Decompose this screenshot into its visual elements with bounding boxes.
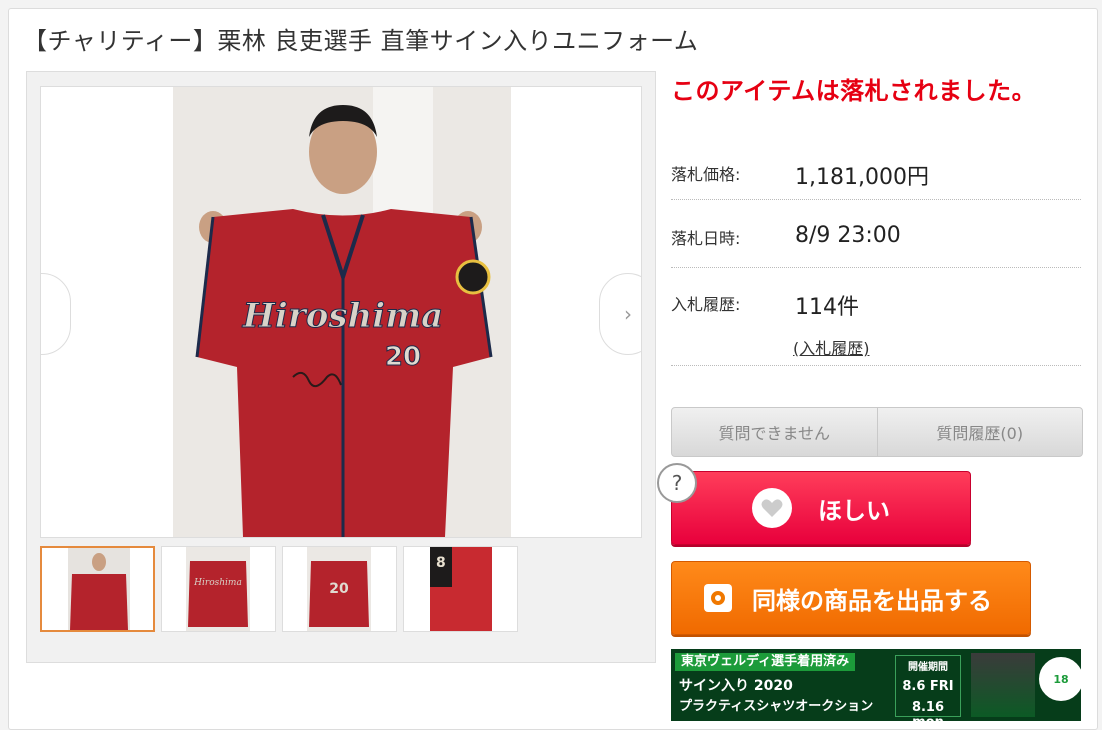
bid-history-link[interactable]: (入札履歴) [793,335,870,359]
price-row: 落札価格: 1,181,000円 [671,137,1081,200]
question-buttons: 質問できません 質問履歴(0) [671,407,1083,457]
end-time-row: 落札日時: 8/9 23:00 [671,199,1081,268]
thumbnail-image-1 [68,548,130,630]
thumbnail-image-4: 8 [430,547,492,631]
svg-text:Hiroshima: Hiroshima [193,578,242,588]
thumbnail-1[interactable] [40,546,155,632]
banner-line-2: プラクティスシャツオークション [679,699,874,714]
banner-heading: 東京ヴェルディ選手着用済み [675,653,856,671]
thumbnail-strip: Hiroshima 20 8 [40,546,518,632]
banner-line-1: サイン入り 2020 [679,678,793,694]
thumbnail-image-3: 20 [307,547,371,631]
thumbnail-2[interactable]: Hiroshima [161,546,276,632]
want-button[interactable]: ほしい [671,471,971,545]
bid-history-row: 入札履歴: 114件 (入札履歴) [671,267,1081,366]
sold-message: このアイテムは落札されました。 [671,77,1037,105]
item-page: 【チャリティー】栗林 良吏選手 直筆サイン入りユニフォーム Hiroshima … [8,8,1098,730]
price-label: 落札価格: [671,165,741,184]
banner-end-date: 8.16 mon [911,700,945,721]
help-icon[interactable]: ? [657,463,697,503]
price-value: 1,181,000円 [795,165,929,190]
image-viewer: Hiroshima 20 › Hiroshima 20 8 [26,71,656,663]
heart-icon [752,488,792,528]
end-time-value: 8/9 23:00 [795,223,901,248]
jersey-photo-illustration: Hiroshima 20 [173,87,511,537]
bid-history-label: 入札履歴: [671,295,741,314]
next-image-button[interactable]: › [599,273,641,355]
end-time-label: 落札日時: [671,229,741,248]
banner-start-date: 8.6 FRI [902,679,954,694]
chevron-right-icon: › [624,302,632,326]
banner-badge: 18 [1039,657,1081,701]
banner-player-photo [971,653,1035,717]
banner-period: 開催期間 8.6 FRI 8.16 mon [895,655,961,721]
promo-banner[interactable]: 東京ヴェルディ選手着用済み サイン入り 2020 プラクティスシャツオークション… [671,649,1081,721]
bid-count: 114件 [795,295,859,320]
thumbnail-image-2: Hiroshima [186,547,250,631]
question-history-button[interactable]: 質問履歴(0) [876,408,1083,456]
previous-image-button[interactable] [41,273,71,355]
main-photo[interactable]: Hiroshima 20 › [40,86,642,538]
thumbnail-4[interactable]: 8 [403,546,518,632]
sell-similar-button[interactable]: 同様の商品を出品する [671,561,1031,635]
sell-icon [704,584,732,612]
jersey-text: Hiroshima [242,296,443,336]
svg-text:8: 8 [436,555,446,571]
jersey-number: 20 [385,342,421,372]
banner-period-title: 開催期間 [908,662,948,673]
want-button-label: ほしい [818,496,890,525]
item-title: 【チャリティー】栗林 良吏選手 直筆サイン入りユニフォーム [23,27,699,55]
thumbnail-3[interactable]: 20 [282,546,397,632]
question-disabled-button[interactable]: 質問できません [672,408,877,456]
sell-similar-label: 同様の商品を出品する [752,586,992,615]
svg-text:20: 20 [329,581,349,597]
